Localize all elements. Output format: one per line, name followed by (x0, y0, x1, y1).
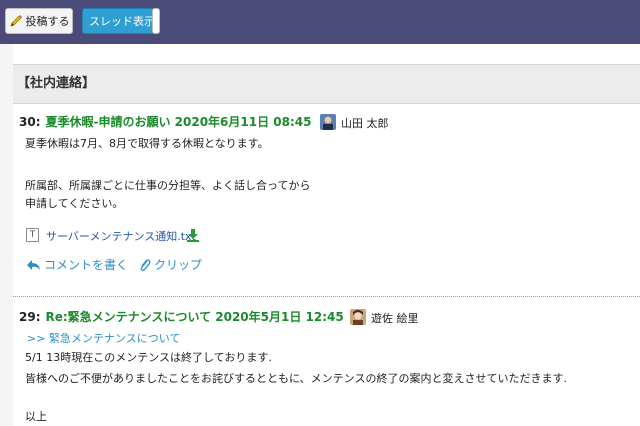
text-file-icon: T (26, 228, 39, 242)
content-panel: 【社内連絡】 30: 夏季休暇-申請のお願い 2020年6月11日 08:45 山… (13, 44, 640, 426)
post-body-line: 所属部、所属課ごとに仕事の分担等、よく話し合ってから (25, 179, 311, 192)
thread-view-button[interactable]: スレッド表示 (82, 8, 160, 34)
attachment-link[interactable]: サーバーメンテナンス通知.txt (46, 228, 196, 244)
post-title[interactable]: 30: 夏季休暇-申請のお願い 2020年6月11日 08:45 (19, 113, 311, 130)
section-title: 【社内連絡】 (13, 64, 640, 104)
pencil-icon (10, 15, 22, 27)
clip-label: クリップ (154, 258, 203, 272)
post-number: 29: (19, 310, 41, 324)
post-body-line: 皆様へのご不便がありましたことをお詫びするとともに、メンテンスの終了の案内と変え… (25, 372, 567, 385)
author-name[interactable]: 山田 太郎 (341, 115, 389, 131)
post-button-label: 投稿する (25, 15, 70, 28)
post-divider (13, 296, 640, 297)
post-body-line: 5/1 13時現在このメンテンスは終了しております. (25, 351, 272, 364)
author-name[interactable]: 遊佐 絵里 (371, 310, 419, 326)
paperclip-icon (140, 258, 151, 271)
avatar[interactable] (350, 309, 366, 325)
clip-button[interactable]: クリップ (139, 256, 202, 273)
comment-label: コメントを書く (44, 258, 129, 272)
post-title-text: Re:緊急メンテナンスについて 2020年5月1日 12:45 (45, 310, 344, 324)
reply-reference-link[interactable]: >> 緊急メンテナンスについて (27, 330, 180, 346)
reply-arrow-icon (27, 259, 40, 270)
avatar[interactable] (320, 114, 336, 130)
download-icon[interactable] (186, 228, 200, 242)
post-title[interactable]: 29: Re:緊急メンテナンスについて 2020年5月1日 12:45 (19, 308, 344, 325)
post-body-line: 以上 (25, 410, 47, 423)
post-body-line: 申請してください。 (25, 197, 124, 210)
post-button[interactable]: 投稿する (5, 8, 73, 34)
thread-view-label: スレッド表示 (89, 15, 155, 28)
toggle-handle[interactable] (152, 8, 160, 34)
post-body-line: 夏季休暇は7月、8月で取得する休暇となります。 (25, 137, 269, 150)
comment-button[interactable]: コメントを書く (25, 256, 128, 273)
post-title-text: 夏季休暇-申請のお願い 2020年6月11日 08:45 (45, 115, 312, 129)
post-number: 30: (19, 115, 41, 129)
toolbar: 投稿する スレッド表示 (0, 0, 640, 44)
